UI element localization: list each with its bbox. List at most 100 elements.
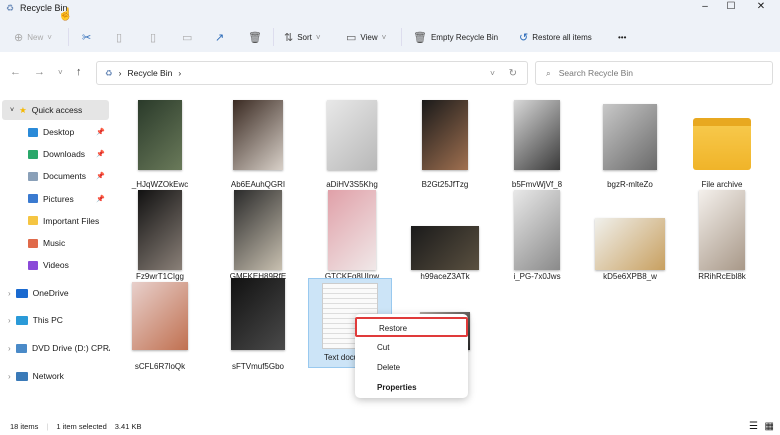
- up-button[interactable]: ↑: [76, 66, 82, 78]
- breadcrumb[interactable]: Recycle Bin: [127, 68, 172, 78]
- restore-icon: ↺: [519, 31, 529, 44]
- menu-item-cut[interactable]: Cut: [355, 338, 468, 358]
- search-input[interactable]: ⌕ Search Recycle Bin: [535, 61, 773, 85]
- cursor-hand-icon: ☝: [58, 7, 73, 21]
- image-thumbnail: [132, 282, 188, 350]
- file-item[interactable]: RRihRcEbl8k: [682, 190, 762, 281]
- chevron-down-icon: ˅: [47, 32, 52, 42]
- file-name: aDiHV3S5Khg: [326, 180, 378, 189]
- documents-icon: [28, 171, 38, 181]
- chevron-right-icon: ›: [118, 68, 122, 78]
- file-item[interactable]: Fz9wrT1CIgg: [120, 190, 200, 281]
- file-item[interactable]: i_PG-7x0Jws: [497, 190, 577, 281]
- recent-locations-button[interactable]: ˅: [58, 68, 63, 77]
- file-name: Fz9wrT1CIgg: [135, 272, 184, 281]
- sidebar-quick-access[interactable]: ˅ ★ Quick access: [2, 100, 109, 120]
- sort-button[interactable]: ⇅ Sort ˅: [284, 28, 321, 46]
- file-item[interactable]: aDiHV3S5Khg: [312, 100, 392, 189]
- music-icon: [28, 238, 38, 248]
- tiles-view-button[interactable]: ▦: [765, 421, 774, 432]
- file-item[interactable]: _HJqWZOkEwc: [120, 100, 200, 189]
- delete-button[interactable]: 🗑: [248, 28, 262, 46]
- pin-icon[interactable]: 📌: [96, 128, 105, 136]
- recycle-bin-icon: ♻: [6, 3, 15, 13]
- image-thumbnail: [514, 100, 560, 170]
- file-item[interactable]: GMFKEH89RfE: [218, 190, 298, 281]
- file-item[interactable]: b5FmvWjVf_8: [497, 100, 577, 189]
- sidebar-item-downloads[interactable]: Downloads 📌: [0, 144, 110, 164]
- copy-button[interactable]: ▯: [116, 28, 122, 46]
- file-item[interactable]: B2Gt25JfTzg: [405, 100, 485, 189]
- file-item[interactable]: h99aceZ3ATk: [405, 190, 485, 281]
- new-button[interactable]: ⊕ New ˅: [14, 28, 52, 46]
- share-icon: ↗: [215, 31, 225, 44]
- drive-icon: [15, 371, 28, 381]
- chevron-right-icon[interactable]: ›: [8, 289, 11, 298]
- menu-item-restore[interactable]: Restore: [355, 317, 468, 337]
- chevron-down-icon: ˅: [315, 32, 321, 42]
- status-bar: 18 items | 1 item selected 3.41 KB ☰ ▦: [10, 421, 774, 432]
- file-item[interactable]: sFTVmuf5Gbo: [218, 278, 298, 371]
- image-thumbnail: [514, 190, 560, 270]
- chevron-right-icon[interactable]: ›: [8, 316, 11, 325]
- file-item[interactable]: Ab6EAuhQGRI: [218, 100, 298, 189]
- pin-icon[interactable]: 📌: [96, 150, 105, 158]
- refresh-icon[interactable]: ↻: [509, 68, 517, 79]
- chevron-right-icon[interactable]: ›: [8, 344, 11, 353]
- cut-button[interactable]: ✂: [82, 28, 91, 46]
- file-item[interactable]: File archive: [682, 100, 762, 189]
- sidebar-item-onedrive[interactable]: › OneDrive: [0, 283, 110, 303]
- pin-icon[interactable]: 📌: [96, 195, 105, 203]
- image-thumbnail: [328, 190, 376, 270]
- file-item[interactable]: sCFL6R7loQk: [120, 282, 200, 371]
- address-bar[interactable]: ♻ › Recycle Bin › ˅ ↻: [96, 61, 528, 85]
- image-thumbnail: [327, 100, 377, 170]
- maximize-button[interactable]: ☐: [716, 0, 746, 16]
- sidebar-item-dvd-drive-d-cpra[interactable]: › DVD Drive (D:) CPRA: [0, 338, 110, 358]
- chevron-down-icon[interactable]: ˅: [490, 68, 495, 78]
- trash-icon: 🗑: [248, 31, 262, 44]
- close-button[interactable]: ✕: [746, 0, 776, 16]
- desktop-icon: [28, 127, 38, 137]
- pictures-icon: [28, 194, 38, 204]
- file-name: Ab6EAuhQGRI: [230, 180, 286, 189]
- file-name: b5FmvWjVf_8: [511, 180, 563, 189]
- file-name: _HJqWZOkEwc: [131, 180, 189, 189]
- search-icon: ⌕: [546, 67, 551, 78]
- sidebar-item-documents[interactable]: Documents 📌: [0, 166, 110, 186]
- details-view-button[interactable]: ☰: [749, 421, 758, 432]
- file-name: sCFL6R7loQk: [134, 362, 186, 371]
- image-thumbnail: [411, 226, 479, 270]
- paste-button[interactable]: ▯: [150, 28, 156, 46]
- file-name: RRihRcEbl8k: [698, 272, 746, 281]
- sidebar-item-network[interactable]: › Network: [0, 366, 110, 386]
- file-item[interactable]: bgzR-mlteZo: [590, 100, 670, 189]
- sidebar-item-important-files[interactable]: Important Files: [0, 211, 110, 231]
- image-thumbnail: [231, 278, 285, 350]
- file-item[interactable]: GTCKFq8UInw: [312, 190, 392, 281]
- menu-item-delete[interactable]: Delete: [355, 358, 468, 378]
- sidebar-item-this-pc[interactable]: › This PC: [0, 310, 110, 330]
- sidebar-item-desktop[interactable]: Desktop 📌: [0, 122, 110, 142]
- paste-icon: ▯: [150, 31, 157, 44]
- restore-all-button[interactable]: ↺ Restore all items: [519, 28, 592, 46]
- file-name: B2Gt25JfTzg: [421, 180, 469, 189]
- view-button[interactable]: ▭ View ˅: [346, 28, 386, 46]
- context-menu: Restore Cut Delete Properties: [355, 314, 468, 398]
- menu-item-properties[interactable]: Properties: [355, 378, 468, 398]
- more-options-button[interactable]: •••: [618, 28, 626, 46]
- drive-icon: [15, 315, 28, 325]
- rename-button[interactable]: ▭: [182, 28, 192, 46]
- sidebar-item-videos[interactable]: Videos: [0, 255, 110, 275]
- empty-recycle-bin-button[interactable]: 🗑 Empty Recycle Bin: [413, 28, 498, 46]
- pin-icon[interactable]: 📌: [96, 172, 105, 180]
- back-button[interactable]: ←: [10, 66, 21, 78]
- chevron-right-icon[interactable]: ›: [8, 372, 11, 381]
- sidebar-item-music[interactable]: Music: [0, 233, 110, 253]
- forward-button[interactable]: →: [34, 66, 45, 78]
- share-button[interactable]: ↗: [215, 28, 224, 46]
- sidebar-item-pictures[interactable]: Pictures 📌: [0, 189, 110, 209]
- file-item[interactable]: kD5e6XPB8_w: [590, 190, 670, 281]
- divider: [68, 28, 69, 46]
- file-name: sFTVmuf5Gbo: [231, 362, 284, 371]
